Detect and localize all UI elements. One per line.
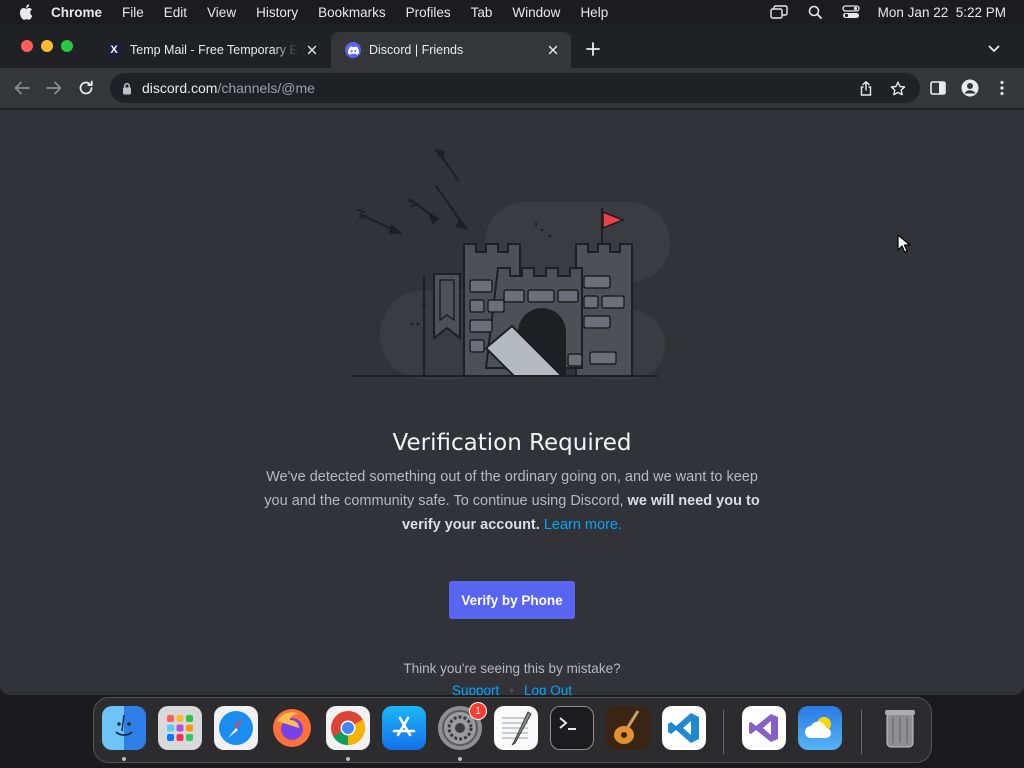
menu-window[interactable]: Window bbox=[512, 5, 560, 20]
safari-icon[interactable] bbox=[214, 706, 258, 750]
side-panel-icon[interactable] bbox=[928, 78, 948, 98]
vscode-icon[interactable] bbox=[662, 706, 706, 750]
menu-bookmarks[interactable]: Bookmarks bbox=[318, 5, 386, 20]
mistake-prompt-text: Think you're seeing this by mistake? bbox=[403, 661, 621, 676]
firefox-icon[interactable] bbox=[270, 706, 314, 750]
log-out-link[interactable]: Log Out bbox=[524, 683, 572, 695]
menu-history[interactable]: History bbox=[256, 5, 298, 20]
control-center-icon[interactable] bbox=[842, 3, 860, 21]
verification-description: We've detected something out of the ordi… bbox=[262, 465, 762, 537]
discord-verification-page: Verification Required We've detected som… bbox=[0, 110, 1024, 695]
menu-view[interactable]: View bbox=[207, 5, 236, 20]
launchpad-icon[interactable] bbox=[158, 706, 202, 750]
learn-more-link[interactable]: Learn more. bbox=[544, 517, 622, 533]
browser-toolbar: discord.com/channels/@me bbox=[0, 68, 1024, 108]
discord-favicon-icon bbox=[345, 42, 361, 58]
chrome-window: X Temp Mail - Free Temporary E Discord |… bbox=[0, 24, 1024, 695]
page-title: Verification Required bbox=[392, 430, 632, 456]
notification-badge: 1 bbox=[469, 702, 487, 720]
mouse-pointer-icon bbox=[897, 234, 911, 253]
kebab-menu-icon[interactable] bbox=[992, 78, 1012, 98]
bookmark-star-icon[interactable] bbox=[890, 80, 906, 96]
weather-icon[interactable] bbox=[798, 706, 842, 750]
running-indicator bbox=[458, 757, 462, 761]
tab-temp-mail[interactable]: X Temp Mail - Free Temporary E bbox=[92, 32, 330, 68]
minimize-window-button[interactable] bbox=[41, 40, 53, 52]
forward-arrow-icon[interactable] bbox=[44, 78, 64, 98]
maximize-window-button[interactable] bbox=[61, 40, 73, 52]
chrome-icon[interactable] bbox=[326, 706, 370, 750]
screen-mirroring-icon[interactable] bbox=[769, 3, 788, 21]
tab-strip: X Temp Mail - Free Temporary E Discord |… bbox=[0, 24, 1024, 68]
profile-avatar-icon[interactable] bbox=[960, 78, 980, 98]
close-tab-icon[interactable] bbox=[545, 42, 561, 58]
visual-studio-icon[interactable] bbox=[742, 706, 786, 750]
garageband-icon[interactable] bbox=[606, 706, 650, 750]
url-host: discord.com bbox=[142, 80, 218, 96]
trash-icon[interactable] bbox=[878, 706, 922, 750]
new-tab-plus-icon[interactable] bbox=[583, 39, 603, 59]
tab-search-chevron-down-icon[interactable] bbox=[984, 39, 1004, 59]
app-store-icon[interactable] bbox=[382, 706, 426, 750]
apple-icon[interactable] bbox=[19, 4, 35, 20]
menu-file[interactable]: File bbox=[122, 5, 144, 20]
temp-mail-favicon-icon: X bbox=[106, 42, 122, 58]
running-indicator bbox=[346, 757, 350, 761]
reload-icon[interactable] bbox=[76, 78, 96, 98]
dock-separator bbox=[723, 710, 724, 754]
tab-discord[interactable]: Discord | Friends bbox=[331, 32, 571, 68]
menu-datetime[interactable]: Mon Jan 22 5:22 PM bbox=[878, 5, 1006, 20]
tab-title: Discord | Friends bbox=[369, 43, 464, 57]
textedit-icon[interactable] bbox=[494, 706, 538, 750]
finder-icon[interactable] bbox=[102, 706, 146, 750]
menu-app-name[interactable]: Chrome bbox=[51, 5, 102, 20]
verify-by-phone-button[interactable]: Verify by Phone bbox=[449, 581, 575, 619]
castle-under-siege-illustration bbox=[352, 148, 670, 380]
macos-menu-bar: Chrome File Edit View History Bookmarks … bbox=[0, 0, 1024, 24]
close-tab-icon[interactable] bbox=[304, 42, 320, 58]
address-bar[interactable]: discord.com/channels/@me bbox=[110, 73, 920, 103]
help-links: Support • Log Out bbox=[0, 683, 1024, 695]
close-window-button[interactable] bbox=[21, 40, 33, 52]
back-arrow-icon[interactable] bbox=[12, 78, 32, 98]
url-path: /channels/@me bbox=[217, 80, 315, 96]
macos-dock: 1 bbox=[93, 697, 932, 763]
menu-tab[interactable]: Tab bbox=[471, 5, 493, 20]
menu-profiles[interactable]: Profiles bbox=[406, 5, 451, 20]
support-link[interactable]: Support bbox=[452, 683, 499, 695]
menu-edit[interactable]: Edit bbox=[164, 5, 187, 20]
share-icon[interactable] bbox=[858, 80, 874, 96]
link-separator-dot: • bbox=[509, 683, 514, 695]
terminal-icon[interactable] bbox=[550, 706, 594, 750]
spotlight-search-icon[interactable] bbox=[806, 3, 824, 21]
tab-title: Temp Mail - Free Temporary E bbox=[130, 43, 298, 57]
url-text[interactable]: discord.com/channels/@me bbox=[142, 80, 315, 96]
lock-icon[interactable] bbox=[120, 81, 134, 95]
dock-separator bbox=[861, 710, 862, 754]
menu-help[interactable]: Help bbox=[580, 5, 608, 20]
running-indicator bbox=[122, 757, 126, 761]
